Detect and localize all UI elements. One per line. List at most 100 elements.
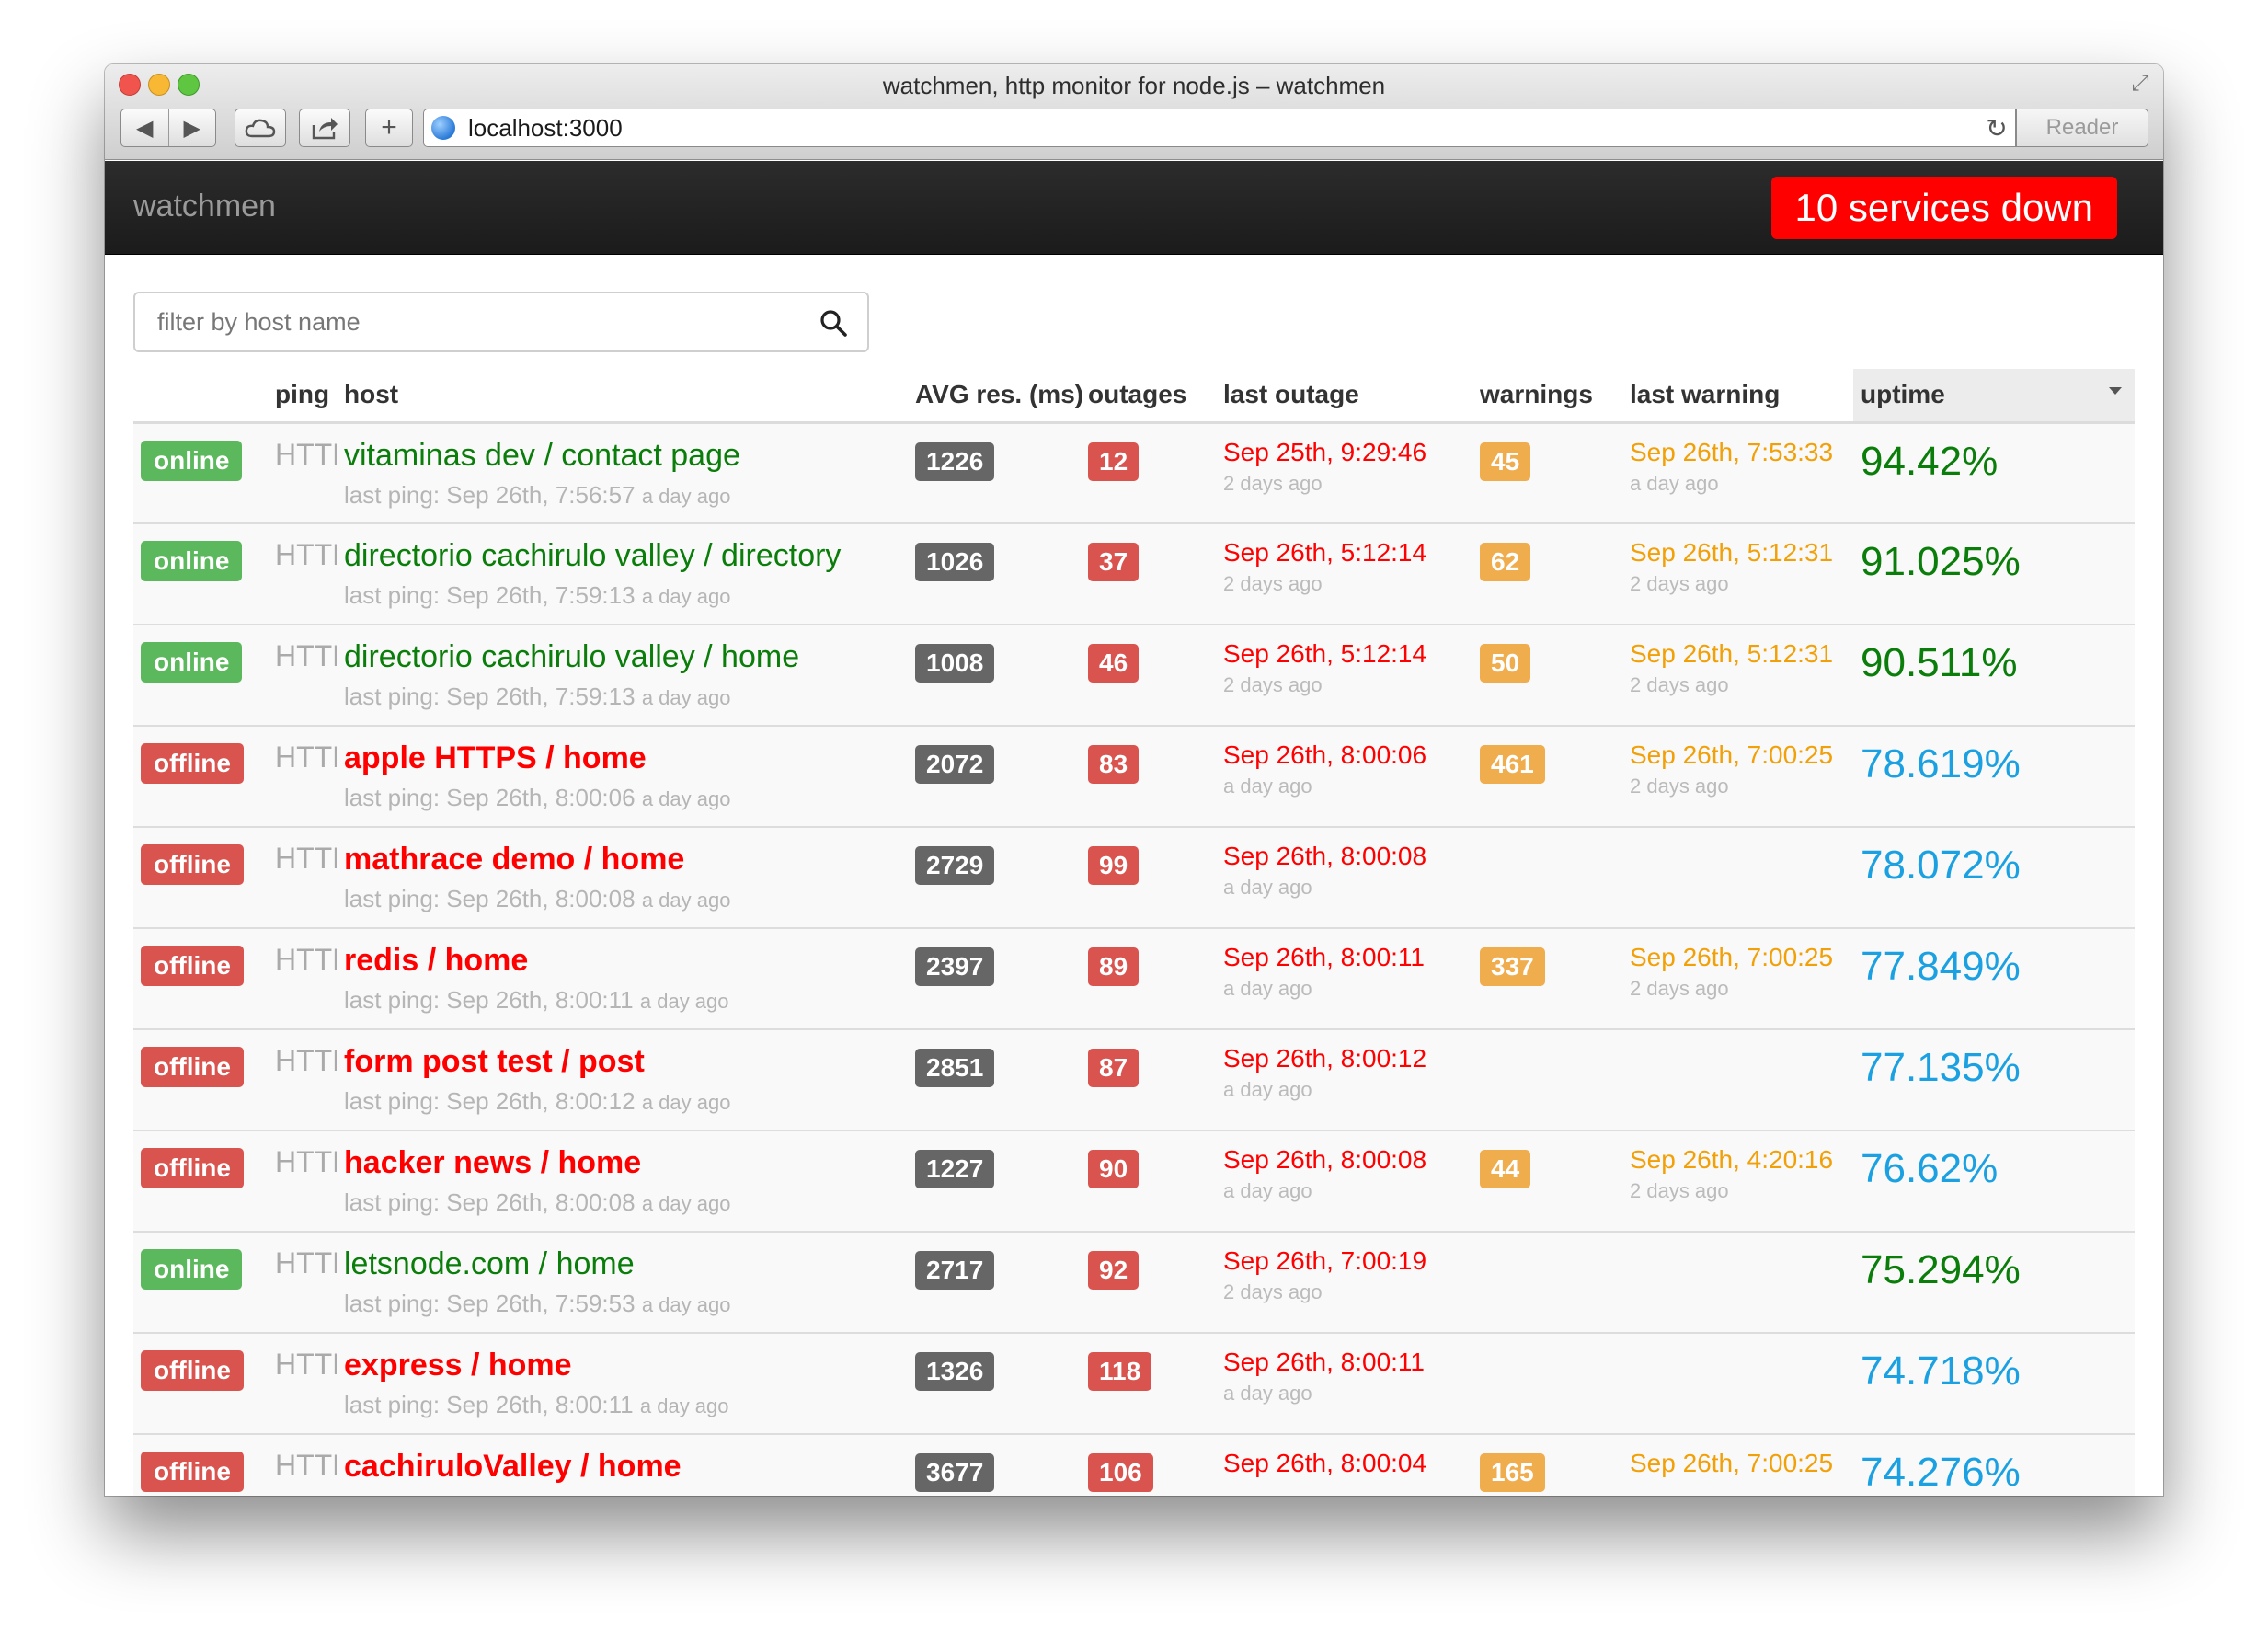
table-row[interactable]: offline HTTPmathrace demo / home last ping… <box>133 827 2135 929</box>
avg-cell: 2851 <box>908 1029 1081 1131</box>
last-ping-ago: a day ago <box>639 1394 729 1417</box>
host-cell: directorio cachirulo valley / home last p… <box>337 625 908 727</box>
host-link[interactable]: letsnode.com / home <box>344 1245 900 1282</box>
reader-button[interactable]: Reader <box>2016 109 2148 147</box>
table-row[interactable]: online HTTPletsnode.com / home last ping: … <box>133 1232 2135 1334</box>
ping-cell: HTTP <box>268 625 337 727</box>
outages-cell: 106 <box>1081 1434 1216 1496</box>
host-cell: apple HTTPS / home last ping: Sep 26th, 8… <box>337 726 908 828</box>
warnings-cell <box>1472 1232 1622 1334</box>
last-outage-cell: Sep 26th, 7:00:19 2 days ago <box>1216 1232 1472 1334</box>
browser-window: watchmen, http monitor for node.js – wat… <box>105 64 2163 1496</box>
host-cell: hacker news / home last ping: Sep 26th, 8… <box>337 1130 908 1233</box>
last-outage-ago: a day ago <box>1223 977 1312 1000</box>
outages-cell: 37 <box>1081 523 1216 625</box>
status-cell: offline <box>133 1434 268 1496</box>
last-ping-time: last ping: Sep 26th, 8:00:08 <box>344 885 636 912</box>
table-row[interactable]: offline HTTPhacker news / home last ping: … <box>133 1130 2135 1233</box>
table-row[interactable]: online HTTPvitaminas dev / contact page la… <box>133 422 2135 524</box>
warnings-cell: 45 <box>1472 422 1622 524</box>
status-badge: online <box>141 1249 243 1290</box>
avg-cell: 2729 <box>908 827 1081 929</box>
url-text[interactable]: localhost:3000 <box>468 114 1978 143</box>
warnings-cell <box>1472 827 1622 929</box>
uptime-value: 91.025% <box>1861 539 2021 584</box>
ping-type: HTTP <box>275 740 337 774</box>
last-warning-ago: a day ago <box>1630 471 1719 495</box>
uptime-value: 78.072% <box>1861 843 2021 888</box>
last-ping: last ping: Sep 26th, 7:56:57 a day ago <box>344 481 900 510</box>
last-ping: last ping: Sep 26th, 8:00:11 a day ago <box>344 986 900 1015</box>
host-link[interactable]: form post test / post <box>344 1043 900 1080</box>
last-ping-ago: a day ago <box>641 686 731 709</box>
table-row[interactable]: offline HTTPform post test / post last pin… <box>133 1029 2135 1131</box>
uptime-value: 77.135% <box>1861 1045 2021 1090</box>
ping-cell: HTTP <box>268 827 337 929</box>
last-outage-cell: Sep 26th, 8:00:06 a day ago <box>1216 726 1472 828</box>
uptime-value: 74.276% <box>1861 1450 2021 1495</box>
column-header-host[interactable]: host <box>337 369 908 424</box>
column-header-last-warning[interactable]: last warning <box>1622 369 1853 424</box>
table-row[interactable]: online HTTPdirectorio cachirulo valley / … <box>133 523 2135 625</box>
status-cell: online <box>133 422 268 524</box>
brand-link[interactable]: watchmen <box>133 189 276 224</box>
reload-icon[interactable]: ↻ <box>1978 113 2015 143</box>
table-row[interactable]: offline HTTPexpress / home last ping: Sep … <box>133 1333 2135 1435</box>
avg-cell: 1008 <box>908 625 1081 727</box>
address-bar[interactable]: localhost:3000 ↻ <box>423 109 2016 147</box>
avg-response-badge: 2729 <box>915 846 995 885</box>
table-row[interactable]: offline HTTPredis / home last ping: Sep 26… <box>133 928 2135 1030</box>
host-link[interactable]: directorio cachirulo valley / home <box>344 638 900 675</box>
uptime-value: 78.619% <box>1861 741 2021 786</box>
column-header-outages[interactable]: outages <box>1081 369 1216 424</box>
avg-cell: 1227 <box>908 1130 1081 1233</box>
share-button[interactable] <box>299 109 350 147</box>
table-row[interactable]: offline HTTPapple HTTPS / home last ping: … <box>133 726 2135 828</box>
host-link[interactable]: vitaminas dev / contact page <box>344 437 900 474</box>
host-link[interactable]: mathrace demo / home <box>344 841 900 878</box>
ping-type: HTTP <box>275 437 337 471</box>
warnings-badge: 337 <box>1480 947 1545 986</box>
host-link[interactable]: redis / home <box>344 942 900 979</box>
status-cell: offline <box>133 928 268 1030</box>
ping-cell: HTTP <box>268 1130 337 1233</box>
forward-arrow-icon[interactable]: ▶ <box>169 115 216 142</box>
column-header-last-outage[interactable]: last outage <box>1216 369 1472 424</box>
last-ping-time: last ping: Sep 26th, 8:00:06 <box>344 784 636 811</box>
last-outage-date: Sep 26th, 8:00:08 <box>1223 1145 1427 1174</box>
host-cell: redis / home last ping: Sep 26th, 8:00:11… <box>337 928 908 1030</box>
column-header-ping[interactable]: ping <box>268 369 337 424</box>
host-link[interactable]: directorio cachirulo valley / directory <box>344 537 900 574</box>
host-link[interactable]: apple HTTPS / home <box>344 740 900 776</box>
ping-cell: HTTP <box>268 928 337 1030</box>
outages-badge: 83 <box>1088 745 1140 784</box>
host-link[interactable]: express / home <box>344 1347 900 1383</box>
plus-icon[interactable]: + <box>365 109 413 147</box>
host-link[interactable]: hacker news / home <box>344 1144 900 1181</box>
host-link[interactable]: cachiruloValley / home <box>344 1448 900 1485</box>
icloud-tabs-button[interactable] <box>235 109 286 147</box>
table-row[interactable]: offline HTTPcachiruloValley / home 3677 10… <box>133 1434 2135 1496</box>
ping-type: HTTP <box>275 1449 337 1482</box>
last-warning-cell <box>1622 1232 1853 1334</box>
last-outage-date: Sep 26th, 8:00:08 <box>1223 842 1427 870</box>
last-outage-date: Sep 26th, 5:12:14 <box>1223 538 1427 567</box>
column-header-avg[interactable]: AVG res. (ms) <box>908 369 1083 424</box>
uptime-value: 94.42% <box>1861 438 1999 484</box>
search-icon[interactable] <box>819 309 847 337</box>
table-row[interactable]: online HTTPdirectorio cachirulo valley / … <box>133 625 2135 727</box>
fullscreen-icon[interactable]: ⤢ <box>2128 72 2152 96</box>
last-outage-ago: 2 days ago <box>1223 673 1323 696</box>
avg-response-badge: 2397 <box>915 947 995 986</box>
uptime-cell: 78.619% <box>1853 726 2135 828</box>
last-warning-cell: Sep 26th, 5:12:31 2 days ago <box>1622 523 1853 625</box>
outages-badge: 12 <box>1088 442 1140 481</box>
back-arrow-icon[interactable]: ◀ <box>121 115 168 142</box>
column-header-uptime[interactable]: uptime <box>1853 369 2135 424</box>
outages-cell: 118 <box>1081 1333 1216 1435</box>
ping-cell: HTTP <box>268 1333 337 1435</box>
filter-input[interactable] <box>157 293 801 350</box>
outages-cell: 83 <box>1081 726 1216 828</box>
column-header-warnings[interactable]: warnings <box>1472 369 1622 424</box>
last-ping: last ping: Sep 26th, 8:00:06 a day ago <box>344 784 900 812</box>
